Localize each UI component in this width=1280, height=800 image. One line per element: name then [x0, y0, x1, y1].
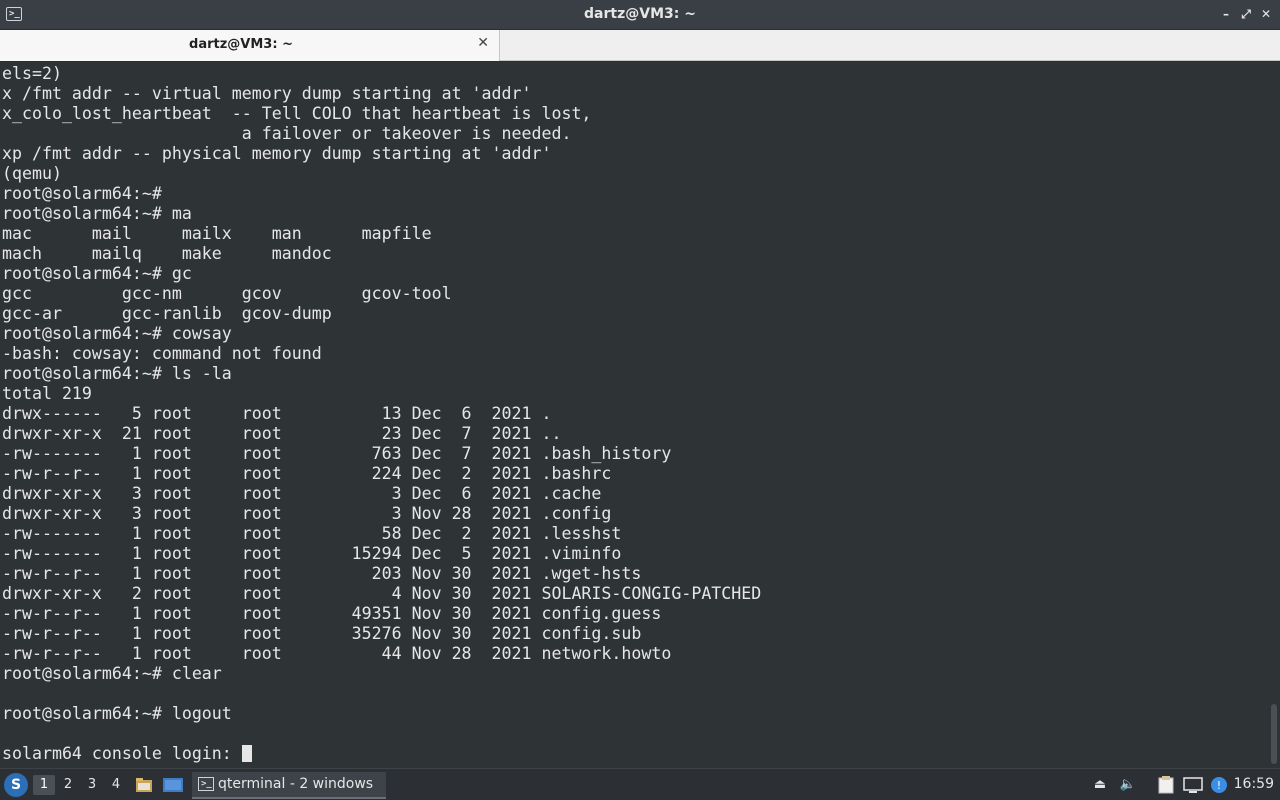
- taskbar: S 1 2 3 4 >_ qterminal - 2 windows ⏏ 🔈 !…: [0, 768, 1280, 800]
- terminal-line: drwxr-xr-x 2 root root 4 Nov 30 2021 SOL…: [2, 584, 762, 603]
- window-titlebar[interactable]: >_ dartz@VM3: ~ – ⤢ ✕: [0, 0, 1280, 30]
- terminal-lines: els=2) x /fmt addr -- virtual memory dump…: [2, 64, 761, 764]
- close-button[interactable]: ✕: [1258, 6, 1274, 22]
- workspace-4-button[interactable]: 4: [105, 775, 127, 795]
- terminal-line: gcc-ar gcc-ranlib gcov-dump: [2, 304, 332, 323]
- desktop-icon[interactable]: [163, 776, 183, 794]
- svg-text:!: !: [1217, 779, 1221, 792]
- terminal-line: x /fmt addr -- virtual memory dump start…: [2, 84, 532, 103]
- volume-icon[interactable]: 🔈: [1119, 776, 1137, 794]
- scrollbar-thumb[interactable]: [1271, 704, 1277, 764]
- tab-label: dartz@VM3: ~: [189, 37, 293, 52]
- terminal-icon: >_: [198, 777, 214, 791]
- tab-close-icon[interactable]: ✕: [477, 35, 489, 51]
- login-prompt-line[interactable]: solarm64 console login:: [2, 744, 761, 764]
- terminal-line: -rw-r--r-- 1 root root 44 Nov 28 2021 ne…: [2, 644, 672, 663]
- terminal-line: xp /fmt addr -- physical memory dump sta…: [2, 144, 552, 163]
- terminal-line: root@solarm64:~# logout: [2, 704, 232, 723]
- terminal-line: -rw------- 1 root root 15294 Dec 5 2021 …: [2, 544, 622, 563]
- terminal-line: root@solarm64:~# ls -la: [2, 364, 232, 383]
- tab-terminal[interactable]: dartz@VM3: ~ ✕: [0, 30, 500, 61]
- taskbar-task-qterminal[interactable]: >_ qterminal - 2 windows: [192, 772, 386, 799]
- terminal-line: -rw-r--r-- 1 root root 203 Nov 30 2021 .…: [2, 564, 642, 583]
- text-cursor: [241, 744, 252, 762]
- terminal-line: -rw-r--r-- 1 root root 35276 Nov 30 2021…: [2, 624, 642, 643]
- terminal-line: total 219: [2, 384, 92, 403]
- window-title: dartz@VM3: ~: [584, 6, 696, 22]
- terminal-line: root@solarm64:~# clear: [2, 664, 222, 683]
- terminal-line: drwxr-xr-x 3 root root 3 Dec 6 2021 .cac…: [2, 484, 602, 503]
- terminal-line: drwx------ 5 root root 13 Dec 6 2021 .: [2, 404, 552, 423]
- terminal-line: -rw-r--r-- 1 root root 224 Dec 2 2021 .b…: [2, 464, 612, 483]
- terminal-scrollbar[interactable]: [1266, 62, 1280, 768]
- terminal-line: drwxr-xr-x 21 root root 23 Dec 7 2021 ..: [2, 424, 562, 443]
- terminal-line: gcc gcc-nm gcov gcov-tool: [2, 284, 452, 303]
- minimize-button[interactable]: –: [1218, 6, 1234, 22]
- terminal-line: -rw------- 1 root root 763 Dec 7 2021 .b…: [2, 444, 672, 463]
- task-label: qterminal - 2 windows: [218, 776, 374, 792]
- terminal-line: root@solarm64:~# cowsay: [2, 324, 232, 343]
- terminal-line: root@solarm64:~#: [2, 184, 162, 203]
- terminal-line: els=2): [2, 64, 62, 83]
- updates-icon[interactable]: !: [1210, 776, 1228, 794]
- terminal-line: -rw------- 1 root root 58 Dec 2 2021 .le…: [2, 524, 622, 543]
- workspace-1-button[interactable]: 1: [33, 775, 55, 795]
- terminal-line: (qemu): [2, 164, 62, 183]
- network-icon[interactable]: [1183, 776, 1203, 794]
- terminal-line: a failover or takeover is needed.: [2, 124, 572, 143]
- terminal-line: drwxr-xr-x 3 root root 3 Nov 28 2021 .co…: [2, 504, 612, 523]
- workspace-3-button[interactable]: 3: [81, 775, 103, 795]
- terminal-line: mach mailq make mandoc: [2, 244, 332, 263]
- terminal-line: root@solarm64:~# ma: [2, 204, 192, 223]
- eject-icon[interactable]: ⏏: [1091, 776, 1109, 794]
- maximize-button[interactable]: ⤢: [1238, 6, 1254, 22]
- file-manager-icon[interactable]: [135, 776, 153, 794]
- start-menu-button[interactable]: S: [4, 773, 28, 797]
- tab-bar: dartz@VM3: ~ ✕: [0, 30, 1280, 61]
- terminal-line: x_colo_lost_heartbeat -- Tell COLO that …: [2, 104, 592, 123]
- login-prompt: solarm64 console login:: [2, 744, 242, 763]
- terminal-output[interactable]: els=2) x /fmt addr -- virtual memory dump…: [0, 62, 1266, 768]
- workspace-2-button[interactable]: 2: [57, 775, 79, 795]
- terminal-line: root@solarm64:~# gc: [2, 264, 192, 283]
- clipboard-icon[interactable]: [1157, 776, 1175, 794]
- clock[interactable]: 16:59: [1234, 776, 1274, 792]
- terminal-line: mac mail mailx man mapfile: [2, 224, 432, 243]
- terminal-line: -rw-r--r-- 1 root root 49351 Nov 30 2021…: [2, 604, 662, 623]
- terminal-line: -bash: cowsay: command not found: [2, 344, 322, 363]
